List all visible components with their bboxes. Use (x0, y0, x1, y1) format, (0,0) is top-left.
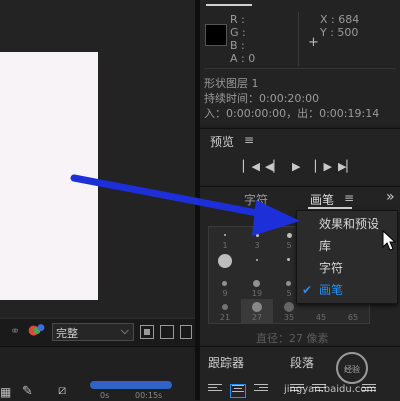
arrow-shaft (70, 174, 272, 219)
annotation-arrow (70, 174, 300, 236)
arrow-head (252, 200, 300, 236)
mouse-cursor-icon (382, 230, 396, 251)
